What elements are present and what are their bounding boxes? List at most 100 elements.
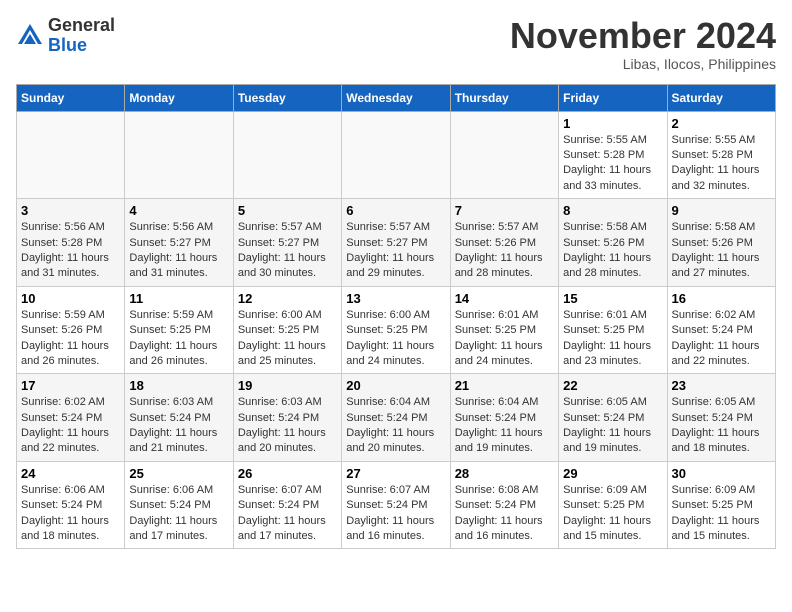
day-number: 26: [238, 466, 337, 481]
calendar-cell: [233, 111, 341, 199]
day-info: Sunrise: 6:09 AM Sunset: 5:25 PM Dayligh…: [563, 483, 662, 545]
calendar-header-row: SundayMondayTuesdayWednesdayThursdayFrid…: [17, 84, 776, 111]
calendar-cell: 26 Sunrise: 6:07 AM Sunset: 5:24 PM Dayli…: [233, 461, 341, 549]
day-info: Sunrise: 6:03 AM Sunset: 5:24 PM Dayligh…: [129, 395, 228, 457]
calendar-cell: 3 Sunrise: 5:56 AM Sunset: 5:28 PM Daylig…: [17, 199, 125, 287]
calendar-week-3: 10 Sunrise: 5:59 AM Sunset: 5:26 PM Dayli…: [17, 286, 776, 374]
day-number: 27: [346, 466, 445, 481]
day-info: Sunrise: 5:58 AM Sunset: 5:26 PM Dayligh…: [672, 220, 771, 282]
calendar-cell: 1 Sunrise: 5:55 AM Sunset: 5:28 PM Daylig…: [559, 111, 667, 199]
calendar-cell: 18 Sunrise: 6:03 AM Sunset: 5:24 PM Dayli…: [125, 374, 233, 462]
day-info: Sunrise: 6:05 AM Sunset: 5:24 PM Dayligh…: [672, 395, 771, 457]
day-number: 28: [455, 466, 554, 481]
logo: General Blue: [16, 16, 115, 56]
day-info: Sunrise: 5:57 AM Sunset: 5:26 PM Dayligh…: [455, 220, 554, 282]
day-number: 18: [129, 378, 228, 393]
weekday-header-sunday: Sunday: [17, 84, 125, 111]
calendar-cell: 20Sunrise: 6:04 AM Sunset: 5:24 PM Dayli…: [342, 374, 450, 462]
weekday-header-thursday: Thursday: [450, 84, 558, 111]
day-info: Sunrise: 5:59 AM Sunset: 5:25 PM Dayligh…: [129, 308, 228, 370]
day-info: Sunrise: 6:06 AM Sunset: 5:24 PM Dayligh…: [21, 483, 120, 545]
calendar-cell: [125, 111, 233, 199]
day-number: 16: [672, 291, 771, 306]
logo-blue-text: Blue: [48, 35, 87, 55]
day-info: Sunrise: 6:06 AM Sunset: 5:24 PM Dayligh…: [129, 483, 228, 545]
day-info: Sunrise: 6:07 AM Sunset: 5:24 PM Dayligh…: [346, 483, 445, 545]
logo-general-text: General: [48, 15, 115, 35]
calendar-cell: 10 Sunrise: 5:59 AM Sunset: 5:26 PM Dayli…: [17, 286, 125, 374]
weekday-header-saturday: Saturday: [667, 84, 775, 111]
day-number: 6: [346, 203, 445, 218]
page-header: General Blue November 2024 Libas, Ilocos…: [16, 16, 776, 72]
day-info: Sunrise: 6:00 AM Sunset: 5:25 PM Dayligh…: [346, 308, 445, 370]
day-number: 7: [455, 203, 554, 218]
day-number: 9: [672, 203, 771, 218]
logo-icon: [16, 22, 44, 50]
day-info: Sunrise: 6:03 AM Sunset: 5:24 PM Dayligh…: [238, 395, 337, 457]
calendar-cell: 22Sunrise: 6:05 AM Sunset: 5:24 PM Dayli…: [559, 374, 667, 462]
calendar-cell: 11 Sunrise: 5:59 AM Sunset: 5:25 PM Dayli…: [125, 286, 233, 374]
day-number: 4: [129, 203, 228, 218]
calendar-cell: 23 Sunrise: 6:05 AM Sunset: 5:24 PM Dayli…: [667, 374, 775, 462]
day-info: Sunrise: 6:04 AM Sunset: 5:24 PM Dayligh…: [455, 395, 554, 457]
day-number: 17: [21, 378, 120, 393]
weekday-header-friday: Friday: [559, 84, 667, 111]
day-info: Sunrise: 6:01 AM Sunset: 5:25 PM Dayligh…: [455, 308, 554, 370]
day-number: 23: [672, 378, 771, 393]
calendar-cell: [342, 111, 450, 199]
day-info: Sunrise: 5:55 AM Sunset: 5:28 PM Dayligh…: [563, 133, 662, 195]
calendar-cell: [450, 111, 558, 199]
calendar-cell: 30Sunrise: 6:09 AM Sunset: 5:25 PM Dayli…: [667, 461, 775, 549]
day-info: Sunrise: 5:57 AM Sunset: 5:27 PM Dayligh…: [346, 220, 445, 282]
calendar-table: SundayMondayTuesdayWednesdayThursdayFrid…: [16, 84, 776, 550]
calendar-cell: 21 Sunrise: 6:04 AM Sunset: 5:24 PM Dayli…: [450, 374, 558, 462]
calendar-cell: 5 Sunrise: 5:57 AM Sunset: 5:27 PM Daylig…: [233, 199, 341, 287]
day-number: 10: [21, 291, 120, 306]
day-info: Sunrise: 6:02 AM Sunset: 5:24 PM Dayligh…: [672, 308, 771, 370]
day-number: 5: [238, 203, 337, 218]
calendar-cell: 17 Sunrise: 6:02 AM Sunset: 5:24 PM Dayli…: [17, 374, 125, 462]
day-number: 3: [21, 203, 120, 218]
calendar-cell: 2 Sunrise: 5:55 AM Sunset: 5:28 PM Daylig…: [667, 111, 775, 199]
day-number: 13: [346, 291, 445, 306]
calendar-cell: 13 Sunrise: 6:00 AM Sunset: 5:25 PM Dayli…: [342, 286, 450, 374]
weekday-header-wednesday: Wednesday: [342, 84, 450, 111]
calendar-cell: 12Sunrise: 6:00 AM Sunset: 5:25 PM Dayli…: [233, 286, 341, 374]
day-number: 24: [21, 466, 120, 481]
day-number: 8: [563, 203, 662, 218]
day-info: Sunrise: 5:56 AM Sunset: 5:27 PM Dayligh…: [129, 220, 228, 282]
calendar-week-5: 24 Sunrise: 6:06 AM Sunset: 5:24 PM Dayli…: [17, 461, 776, 549]
day-number: 19: [238, 378, 337, 393]
day-info: Sunrise: 6:09 AM Sunset: 5:25 PM Dayligh…: [672, 483, 771, 545]
day-info: Sunrise: 6:07 AM Sunset: 5:24 PM Dayligh…: [238, 483, 337, 545]
day-info: Sunrise: 5:55 AM Sunset: 5:28 PM Dayligh…: [672, 133, 771, 195]
day-number: 1: [563, 116, 662, 131]
calendar-cell: 6 Sunrise: 5:57 AM Sunset: 5:27 PM Daylig…: [342, 199, 450, 287]
calendar-cell: 4 Sunrise: 5:56 AM Sunset: 5:27 PM Daylig…: [125, 199, 233, 287]
calendar-cell: 9 Sunrise: 5:58 AM Sunset: 5:26 PM Daylig…: [667, 199, 775, 287]
day-number: 29: [563, 466, 662, 481]
calendar-cell: 14 Sunrise: 6:01 AM Sunset: 5:25 PM Dayli…: [450, 286, 558, 374]
day-info: Sunrise: 6:01 AM Sunset: 5:25 PM Dayligh…: [563, 308, 662, 370]
calendar-cell: 15 Sunrise: 6:01 AM Sunset: 5:25 PM Dayli…: [559, 286, 667, 374]
calendar-cell: [17, 111, 125, 199]
logo-text: General Blue: [48, 16, 115, 56]
month-title: November 2024: [510, 16, 776, 56]
day-info: Sunrise: 5:57 AM Sunset: 5:27 PM Dayligh…: [238, 220, 337, 282]
day-number: 20: [346, 378, 445, 393]
calendar-cell: 7 Sunrise: 5:57 AM Sunset: 5:26 PM Daylig…: [450, 199, 558, 287]
day-info: Sunrise: 6:02 AM Sunset: 5:24 PM Dayligh…: [21, 395, 120, 457]
calendar-cell: 19 Sunrise: 6:03 AM Sunset: 5:24 PM Dayli…: [233, 374, 341, 462]
day-number: 11: [129, 291, 228, 306]
calendar-cell: 28Sunrise: 6:08 AM Sunset: 5:24 PM Dayli…: [450, 461, 558, 549]
day-number: 14: [455, 291, 554, 306]
calendar-cell: 16 Sunrise: 6:02 AM Sunset: 5:24 PM Dayli…: [667, 286, 775, 374]
day-number: 2: [672, 116, 771, 131]
day-number: 15: [563, 291, 662, 306]
weekday-header-monday: Monday: [125, 84, 233, 111]
calendar-week-4: 17 Sunrise: 6:02 AM Sunset: 5:24 PM Dayli…: [17, 374, 776, 462]
day-info: Sunrise: 5:56 AM Sunset: 5:28 PM Dayligh…: [21, 220, 120, 282]
calendar-week-2: 3 Sunrise: 5:56 AM Sunset: 5:28 PM Daylig…: [17, 199, 776, 287]
day-info: Sunrise: 5:59 AM Sunset: 5:26 PM Dayligh…: [21, 308, 120, 370]
day-number: 21: [455, 378, 554, 393]
